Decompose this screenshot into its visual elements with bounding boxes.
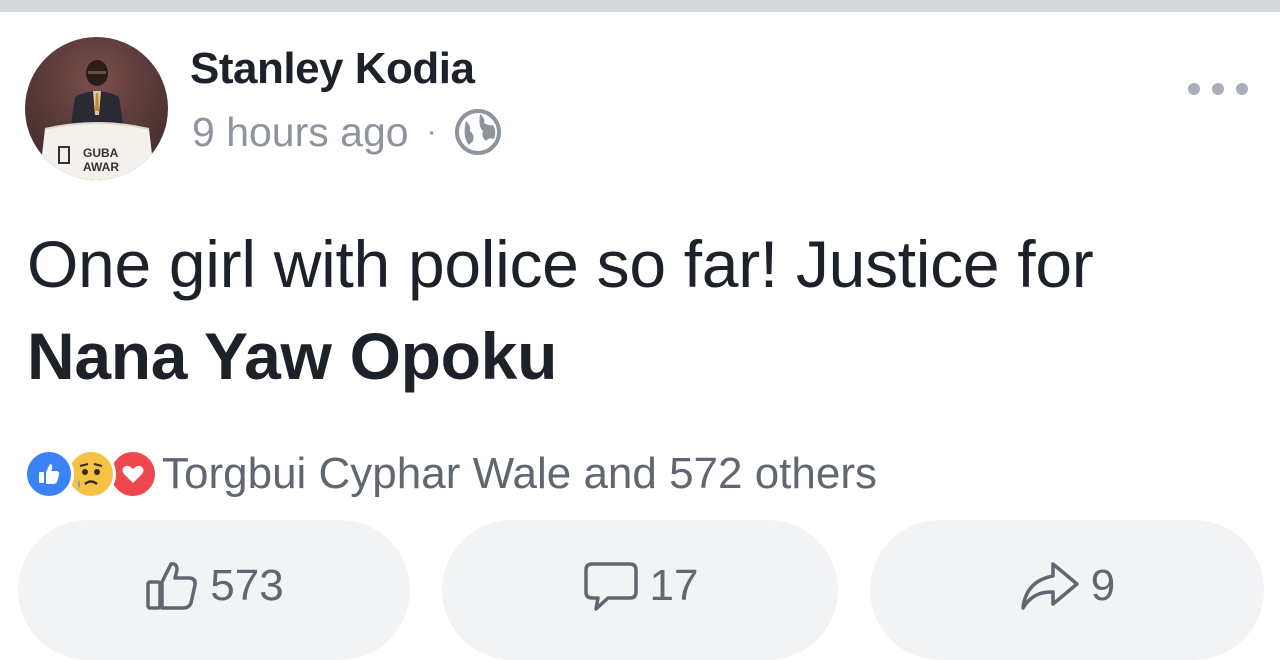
meta-separator: · [426,115,437,148]
reaction-summary-text: Torgbui Cyphar Wale and 572 others [162,449,877,498]
post-text: One girl with police so far! Justice for [27,227,1094,301]
more-dot [1236,83,1248,95]
more-dot [1212,83,1224,95]
share-count: 9 [1090,561,1116,610]
share-button[interactable]: 9 [870,520,1264,660]
top-divider [0,0,1280,12]
avatar-caption-1: GUBA [83,146,119,160]
comment-button[interactable]: 17 [442,520,838,660]
post-timestamp[interactable]: 9 hours ago [192,109,409,156]
avatar-photo: GUBA AWAR [39,60,155,180]
reaction-icons [24,449,158,499]
comment-icon [583,562,638,611]
author-avatar[interactable]: GUBA AWAR [25,37,168,180]
post-meta: 9 hours ago · [192,104,503,160]
author-name[interactable]: Stanley Kodia [190,44,475,94]
like-button[interactable]: 573 [18,520,410,660]
reactions-summary-row[interactable]: Torgbui Cyphar Wale and 572 others [24,446,877,502]
share-icon [1021,562,1079,610]
thumbs-up-icon [146,562,198,610]
globe-icon[interactable] [453,107,503,157]
like-reaction-icon [24,449,74,499]
more-options-button[interactable] [1188,76,1248,102]
post-body: One girl with police so far! Justice for… [27,218,1257,402]
avatar-caption-2: AWAR [83,160,119,174]
like-count: 573 [210,561,284,610]
mention-link[interactable]: Nana Yaw Opoku [27,319,557,393]
more-dot [1188,83,1200,95]
comment-count: 17 [649,561,699,610]
